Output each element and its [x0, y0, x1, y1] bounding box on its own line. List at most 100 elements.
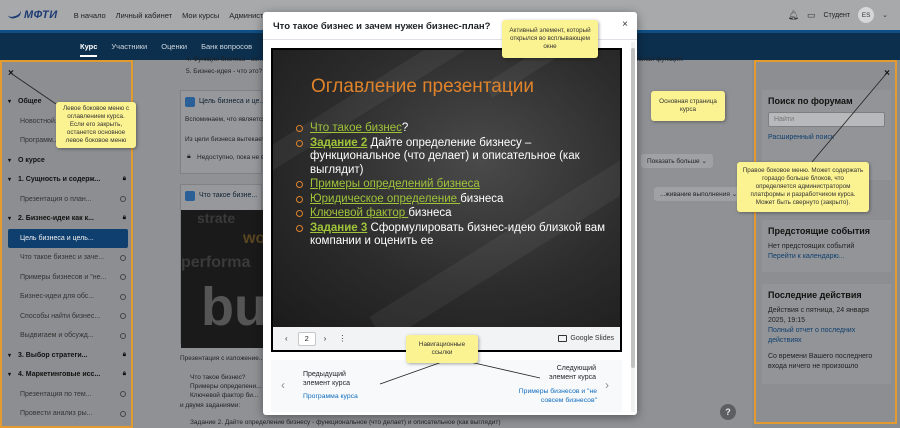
completion-status-icon — [120, 391, 126, 398]
tab-grades[interactable]: Оценки — [161, 42, 187, 51]
next-activity-link[interactable]: Примеры бизнесов и "не совсем бизнесов" — [509, 387, 597, 405]
course-section-item[interactable]: ▾ 4. Маркетинговые исс... 🔒︎ — [8, 365, 128, 385]
chevron-down-icon[interactable]: ▾ — [8, 215, 18, 222]
course-activity-item[interactable]: Презентация по тем... — [8, 385, 128, 405]
course-activity-item[interactable]: Бизнес-идеи для обс... — [8, 287, 128, 307]
slide-link[interactable]: Что такое бизнес — [310, 122, 402, 134]
mipt-logo[interactable]: МФТИ — [7, 9, 58, 21]
avatar[interactable]: ES — [858, 7, 875, 23]
chevron-left-icon[interactable]: ‹ — [281, 378, 285, 392]
slide-text: ? — [401, 122, 409, 134]
lock-icon: 🔒︎ — [122, 215, 126, 222]
course-index-label: Программ... — [20, 137, 59, 145]
close-drawer-icon[interactable]: × — [8, 68, 14, 79]
callout-right-menu: Правое боковое меню. Может содержать гор… — [737, 162, 869, 212]
course-activity-item[interactable]: Презентация о план... — [8, 190, 128, 210]
completion-tracking-dropdown[interactable]: ...живание выполнения ⌄ — [654, 187, 744, 201]
course-index-label: Презентация о план... — [20, 195, 92, 203]
nav-link-my-courses[interactable]: Мои курсы — [182, 11, 219, 20]
modal-scrollbar[interactable] — [631, 42, 635, 412]
right-block-drawer: × Поиск по форумам Расширенный поиск Пре… — [754, 60, 897, 424]
slides-icon — [185, 191, 195, 201]
nav-link-dashboard[interactable]: Личный кабинет — [116, 11, 172, 20]
chevron-right-icon[interactable]: › — [605, 378, 609, 392]
lock-icon: 🔒︎ — [122, 351, 126, 358]
tasks-text: и двумя заданиями: — [180, 402, 241, 409]
full-report-link[interactable]: Полный отчет о последних действиях — [768, 326, 885, 346]
tab-participants[interactable]: Участники — [111, 42, 147, 51]
callout-main-page: Основная страница курса — [651, 91, 725, 121]
more-options-icon[interactable]: ⋮ — [338, 334, 346, 343]
lock-icon: 🔒︎ — [122, 176, 126, 183]
course-index-label: Презентация по тем... — [20, 390, 92, 398]
previous-slide-icon[interactable]: ‹ — [285, 334, 288, 343]
slide-link[interactable]: Задание 3 — [310, 222, 367, 234]
page-icon — [185, 97, 195, 107]
advanced-search-link[interactable]: Расширенный поиск — [768, 133, 885, 143]
course-activity-item[interactable]: Способы найти бизнес... — [8, 307, 128, 327]
activity-since-text: Действия с пятница, 24 января 2025, 19:1… — [768, 307, 869, 324]
presentation-text: Презентация с изложение... — [180, 355, 265, 362]
close-modal-icon[interactable]: × — [622, 19, 628, 30]
course-index-label: 4. Маркетинговые исс... — [18, 371, 101, 379]
course-section-item[interactable]: ▾ 3. Выбор стратеги... 🔒︎ — [8, 346, 128, 366]
nav-link-home[interactable]: В начало — [74, 11, 106, 20]
callout-left-menu: Левое боковое меню с оглавлением курса. … — [56, 102, 136, 148]
course-section-item[interactable]: ▾ 2. Бизнес-идеи как к... 🔒︎ — [8, 209, 128, 229]
course-index-label: 1. Сущность и содерж... — [18, 176, 101, 184]
activity-title[interactable]: Цель бизнеса и це... — [199, 98, 265, 105]
google-slides-embed[interactable]: Оглавление презентации Что такое бизнес?… — [271, 48, 622, 352]
chevron-down-icon[interactable]: ▾ — [8, 176, 18, 183]
slide-page-input[interactable]: 2 — [297, 331, 316, 346]
help-button[interactable]: ? — [720, 404, 736, 420]
show-more-button[interactable]: Показать больше ⌄ — [641, 154, 713, 168]
slide-link[interactable]: Юридическое определение — [310, 193, 460, 205]
next-activity-label: Следующий элемент курса — [549, 365, 596, 381]
previous-activity-label: Предыдущий элемент курса — [303, 371, 350, 387]
completion-status-icon — [120, 274, 126, 281]
slide-list-item: Что такое бизнес? — [295, 122, 605, 136]
nothing-happened-text: Со времени Вашего последнего входа ничег… — [768, 353, 873, 370]
course-index-label: Бизнес-идеи для обс... — [20, 293, 95, 301]
course-activity-item[interactable]: Маркетинговые исс... — [8, 424, 128, 428]
completion-status-icon — [120, 313, 126, 320]
tab-course[interactable]: Курс — [80, 42, 98, 57]
activity-title[interactable]: Что такое бизне... — [199, 192, 257, 199]
previous-activity-link[interactable]: Программа курса — [303, 392, 358, 401]
course-index-label: Новостной... — [20, 117, 61, 125]
topic-line-4: 4. Функции бизнеса - ос... — [186, 56, 264, 63]
bell-icon[interactable]: 🔔︎ — [788, 10, 799, 21]
chevron-down-icon[interactable]: ▾ — [8, 352, 18, 359]
chevron-down-icon[interactable]: ▾ — [8, 371, 18, 378]
block-title: Предстоящие события — [768, 226, 871, 236]
chevron-down-icon[interactable]: ▾ — [8, 98, 18, 105]
chevron-down-icon[interactable]: ▾ — [8, 157, 18, 164]
course-activity-item[interactable]: Цель бизнеса и цель... — [8, 228, 128, 248]
chat-icon[interactable]: ▭ — [807, 10, 816, 21]
course-index-label: О курсе — [18, 156, 45, 164]
forum-search-input[interactable] — [768, 112, 885, 127]
close-drawer-icon[interactable]: × — [884, 68, 890, 79]
bullet-item: Что такое бизнес? — [190, 374, 246, 381]
course-activity-item[interactable]: Выдвигаем и обсужд... — [8, 326, 128, 346]
task-2-text: Задание 2. Дайте определение бизнесу - ф… — [190, 419, 501, 426]
next-slide-icon[interactable]: › — [324, 334, 327, 343]
chevron-down-icon[interactable]: ⌄ — [882, 11, 888, 19]
slide-link[interactable]: Задание 2 — [310, 137, 367, 149]
google-slides-link[interactable]: Google Slides — [558, 335, 614, 342]
tab-question-bank[interactable]: Банк вопросов — [201, 42, 252, 51]
activity-card-business-goal: Цель бизнеса и це... Вспоминаем, что явл… — [180, 90, 275, 174]
calendar-link[interactable]: Перейти к календарю... — [768, 252, 885, 262]
course-activity-item[interactable]: Примеры бизнесов и "не... — [8, 268, 128, 288]
modal-title: Что такое бизнес и зачем нужен бизнес-пл… — [273, 21, 491, 32]
slide-link[interactable]: Примеры определений бизнеса — [310, 178, 480, 190]
course-section-item[interactable]: ▾ 1. Сущность и содерж... 🔒︎ — [8, 170, 128, 190]
logo-text: МФТИ — [24, 9, 58, 21]
course-activity-item[interactable]: Провести анализ ры... — [8, 404, 128, 424]
course-activity-item[interactable]: Что такое бизнес и заче... — [8, 248, 128, 268]
slide-link[interactable]: Ключевой фактор — [310, 207, 408, 219]
no-events-text: Нет предстоящих событий — [768, 243, 855, 250]
completion-status-icon — [120, 293, 126, 300]
course-section-item[interactable]: ▾ О курсе — [8, 151, 128, 171]
user-area: 🔔︎ ▭ Студент ES ⌄ — [788, 0, 888, 30]
